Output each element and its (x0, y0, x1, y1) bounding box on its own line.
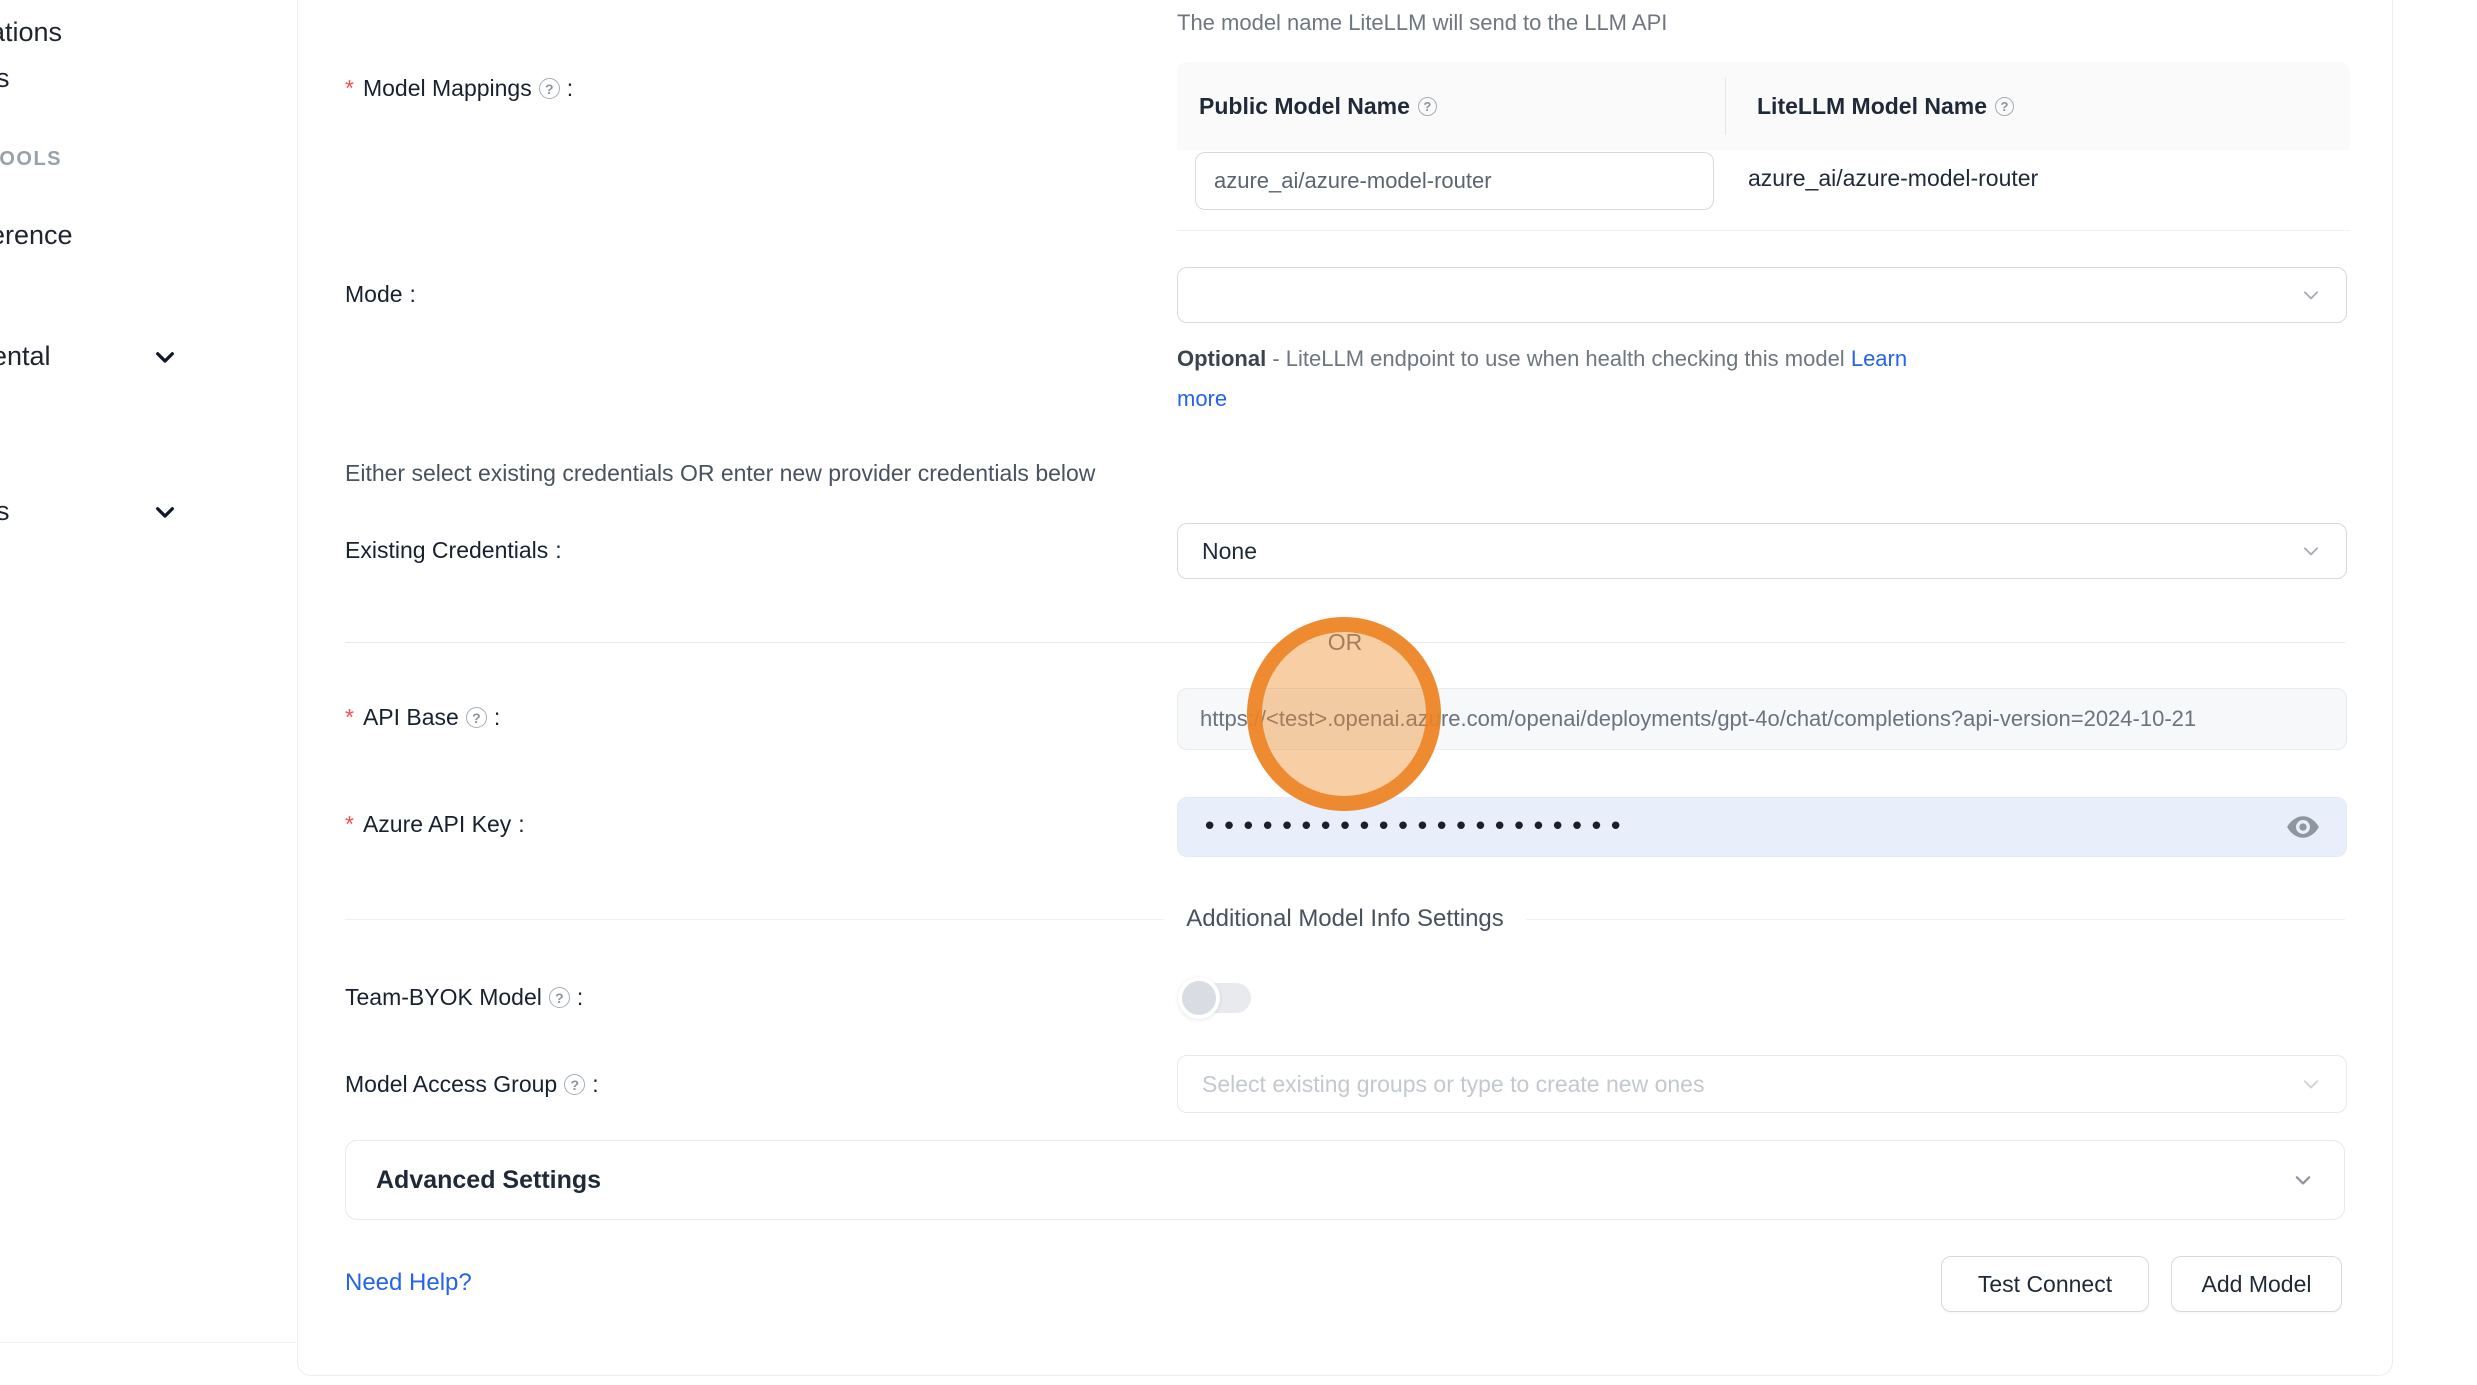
chevron-down-icon (2300, 1073, 2322, 1095)
help-icon[interactable]: ? (1418, 97, 1437, 116)
additional-settings-title: Additional Model Info Settings (1164, 905, 1526, 933)
required-asterisk: * (345, 704, 354, 731)
chevron-down-icon[interactable] (152, 499, 178, 525)
existing-credentials-value: None (1202, 538, 1257, 565)
existing-credentials-label: Existing Credentials : (345, 537, 562, 564)
need-help-link[interactable]: Need Help? (345, 1269, 472, 1297)
chevron-down-icon[interactable] (152, 344, 178, 370)
model-mappings-label: * Model Mappings ? : (345, 75, 573, 102)
model-name-hint: The model name LiteLLM will send to the … (1177, 10, 1667, 36)
sidebar-section-tools: TOOLS (0, 148, 62, 171)
litellm-model-name-header: LiteLLM Model Name ? (1725, 93, 2014, 120)
mode-help-text-line2: more (1177, 386, 1227, 412)
sidebar-divider (0, 1342, 296, 1343)
mode-select[interactable] (1177, 267, 2347, 323)
help-icon[interactable]: ? (539, 78, 560, 99)
azure-api-key-input[interactable] (1202, 812, 2284, 842)
model-access-group-placeholder: Select existing groups or type to create… (1202, 1071, 1704, 1098)
model-mappings-table-header: Public Model Name ? LiteLLM Model Name ? (1177, 62, 2350, 150)
chevron-down-icon (2292, 1169, 2314, 1191)
api-base-input[interactable] (1200, 706, 2324, 732)
table-row-divider (1177, 230, 2350, 231)
test-connect-button[interactable]: Test Connect (1941, 1256, 2149, 1312)
or-divider: OR (345, 629, 2345, 656)
or-text: OR (1312, 629, 1379, 656)
sidebar-item-organizations[interactable]: ations (0, 17, 62, 48)
api-base-field[interactable] (1177, 688, 2347, 750)
litellm-model-name-value: azure_ai/azure-model-router (1748, 165, 2038, 192)
sidebar-item-models[interactable]: s (0, 63, 10, 94)
eye-icon[interactable] (2284, 808, 2322, 846)
help-icon[interactable]: ? (564, 1074, 585, 1095)
credentials-instruction: Either select existing credentials OR en… (345, 460, 1095, 487)
model-access-group-select[interactable]: Select existing groups or type to create… (1177, 1055, 2347, 1113)
api-base-label: * API Base ? : (345, 704, 500, 731)
public-model-name-input[interactable] (1195, 152, 1714, 210)
model-mappings-label-text: Model Mappings (363, 75, 532, 102)
add-model-button[interactable]: Add Model (2171, 1256, 2342, 1312)
chevron-down-icon (2300, 540, 2322, 562)
mode-label: Mode : (345, 281, 416, 308)
required-asterisk: * (345, 75, 354, 102)
public-model-name-header: Public Model Name ? (1177, 93, 1725, 120)
additional-settings-divider: Additional Model Info Settings (345, 905, 2345, 933)
learn-more-link[interactable]: Learn (1851, 346, 1907, 371)
help-icon[interactable]: ? (466, 707, 487, 728)
table-column-divider (1725, 77, 1726, 135)
sidebar-item-experimental[interactable]: ental (0, 341, 51, 372)
chevron-down-icon (2300, 284, 2322, 306)
team-byok-toggle[interactable] (1183, 983, 1251, 1013)
advanced-settings-title: Advanced Settings (376, 1166, 601, 1195)
mode-help-text: Optional - LiteLLM endpoint to use when … (1177, 346, 1907, 372)
azure-api-key-label: * Azure API Key : (345, 811, 525, 838)
add-model-page: ations s TOOLS erence ental s The model … (0, 0, 2477, 1385)
advanced-settings-panel[interactable]: Advanced Settings (345, 1140, 2345, 1220)
toggle-knob (1178, 977, 1220, 1019)
help-icon[interactable]: ? (549, 987, 570, 1008)
required-asterisk: * (345, 811, 354, 838)
learn-more-link[interactable]: more (1177, 386, 1227, 411)
existing-credentials-select[interactable]: None (1177, 523, 2347, 579)
help-icon[interactable]: ? (1995, 97, 2014, 116)
team-byok-label: Team-BYOK Model ? : (345, 984, 583, 1011)
sidebar-item-reference[interactable]: erence (0, 220, 73, 251)
model-access-group-label: Model Access Group ? : (345, 1071, 599, 1098)
azure-api-key-field[interactable] (1177, 797, 2347, 857)
sidebar-item-settings[interactable]: s (0, 496, 10, 527)
